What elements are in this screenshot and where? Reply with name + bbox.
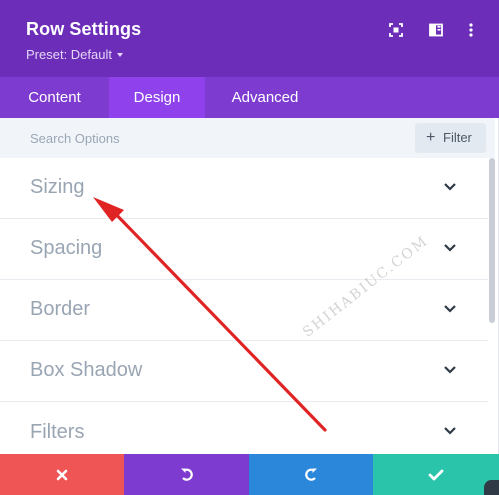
expand-icon[interactable] [387,21,405,39]
check-icon [428,469,444,480]
toggle-title: Sizing [30,176,85,198]
chevron-down-icon [444,183,456,191]
scrollbar-thumb[interactable] [489,158,495,323]
discard-button[interactable] [0,454,124,495]
search-options-input[interactable] [0,118,400,158]
toggle-sizing[interactable]: Sizing [0,158,488,219]
filter-button[interactable]: + Filter [415,123,486,153]
tab-content[interactable]: Content [0,77,109,118]
toggle-box-shadow[interactable]: Box Shadow [0,341,488,402]
undo-button[interactable] [124,454,249,495]
chevron-down-icon [444,305,456,313]
toggle-title: Spacing [30,237,103,259]
tab-design[interactable]: Design [109,77,205,118]
close-icon [56,469,68,480]
modal-action-bar [0,454,499,495]
modal-header: Row Settings Preset: Default [0,0,499,77]
toggle-border[interactable]: Border [0,280,488,341]
toggle-title: Box Shadow [30,359,143,381]
resize-handle[interactable] [484,480,499,495]
toggle-title: Filters [30,421,85,443]
modal-title: Row Settings [26,19,142,39]
more-options-icon[interactable] [462,21,480,39]
toggle-filters[interactable]: Filters [0,402,488,454]
redo-icon [305,468,317,481]
filter-label: Filter [443,130,472,145]
undo-icon [180,468,193,481]
chevron-down-icon [444,244,456,252]
settings-tabs: Content Design Advanced [0,77,499,118]
chevron-down-icon [444,427,456,435]
tab-advanced[interactable]: Advanced [205,77,325,118]
preset-label: Preset: Default [26,47,112,62]
caret-down-icon [117,52,123,57]
save-button[interactable] [373,454,499,495]
redo-button[interactable] [249,454,373,495]
toggle-title: Border [30,298,91,320]
plus-icon: + [426,129,436,146]
chevron-down-icon [444,366,456,374]
preset-selector[interactable]: Preset: Default [26,47,123,62]
split-view-icon[interactable] [427,21,445,39]
search-bar: + Filter [0,118,495,158]
